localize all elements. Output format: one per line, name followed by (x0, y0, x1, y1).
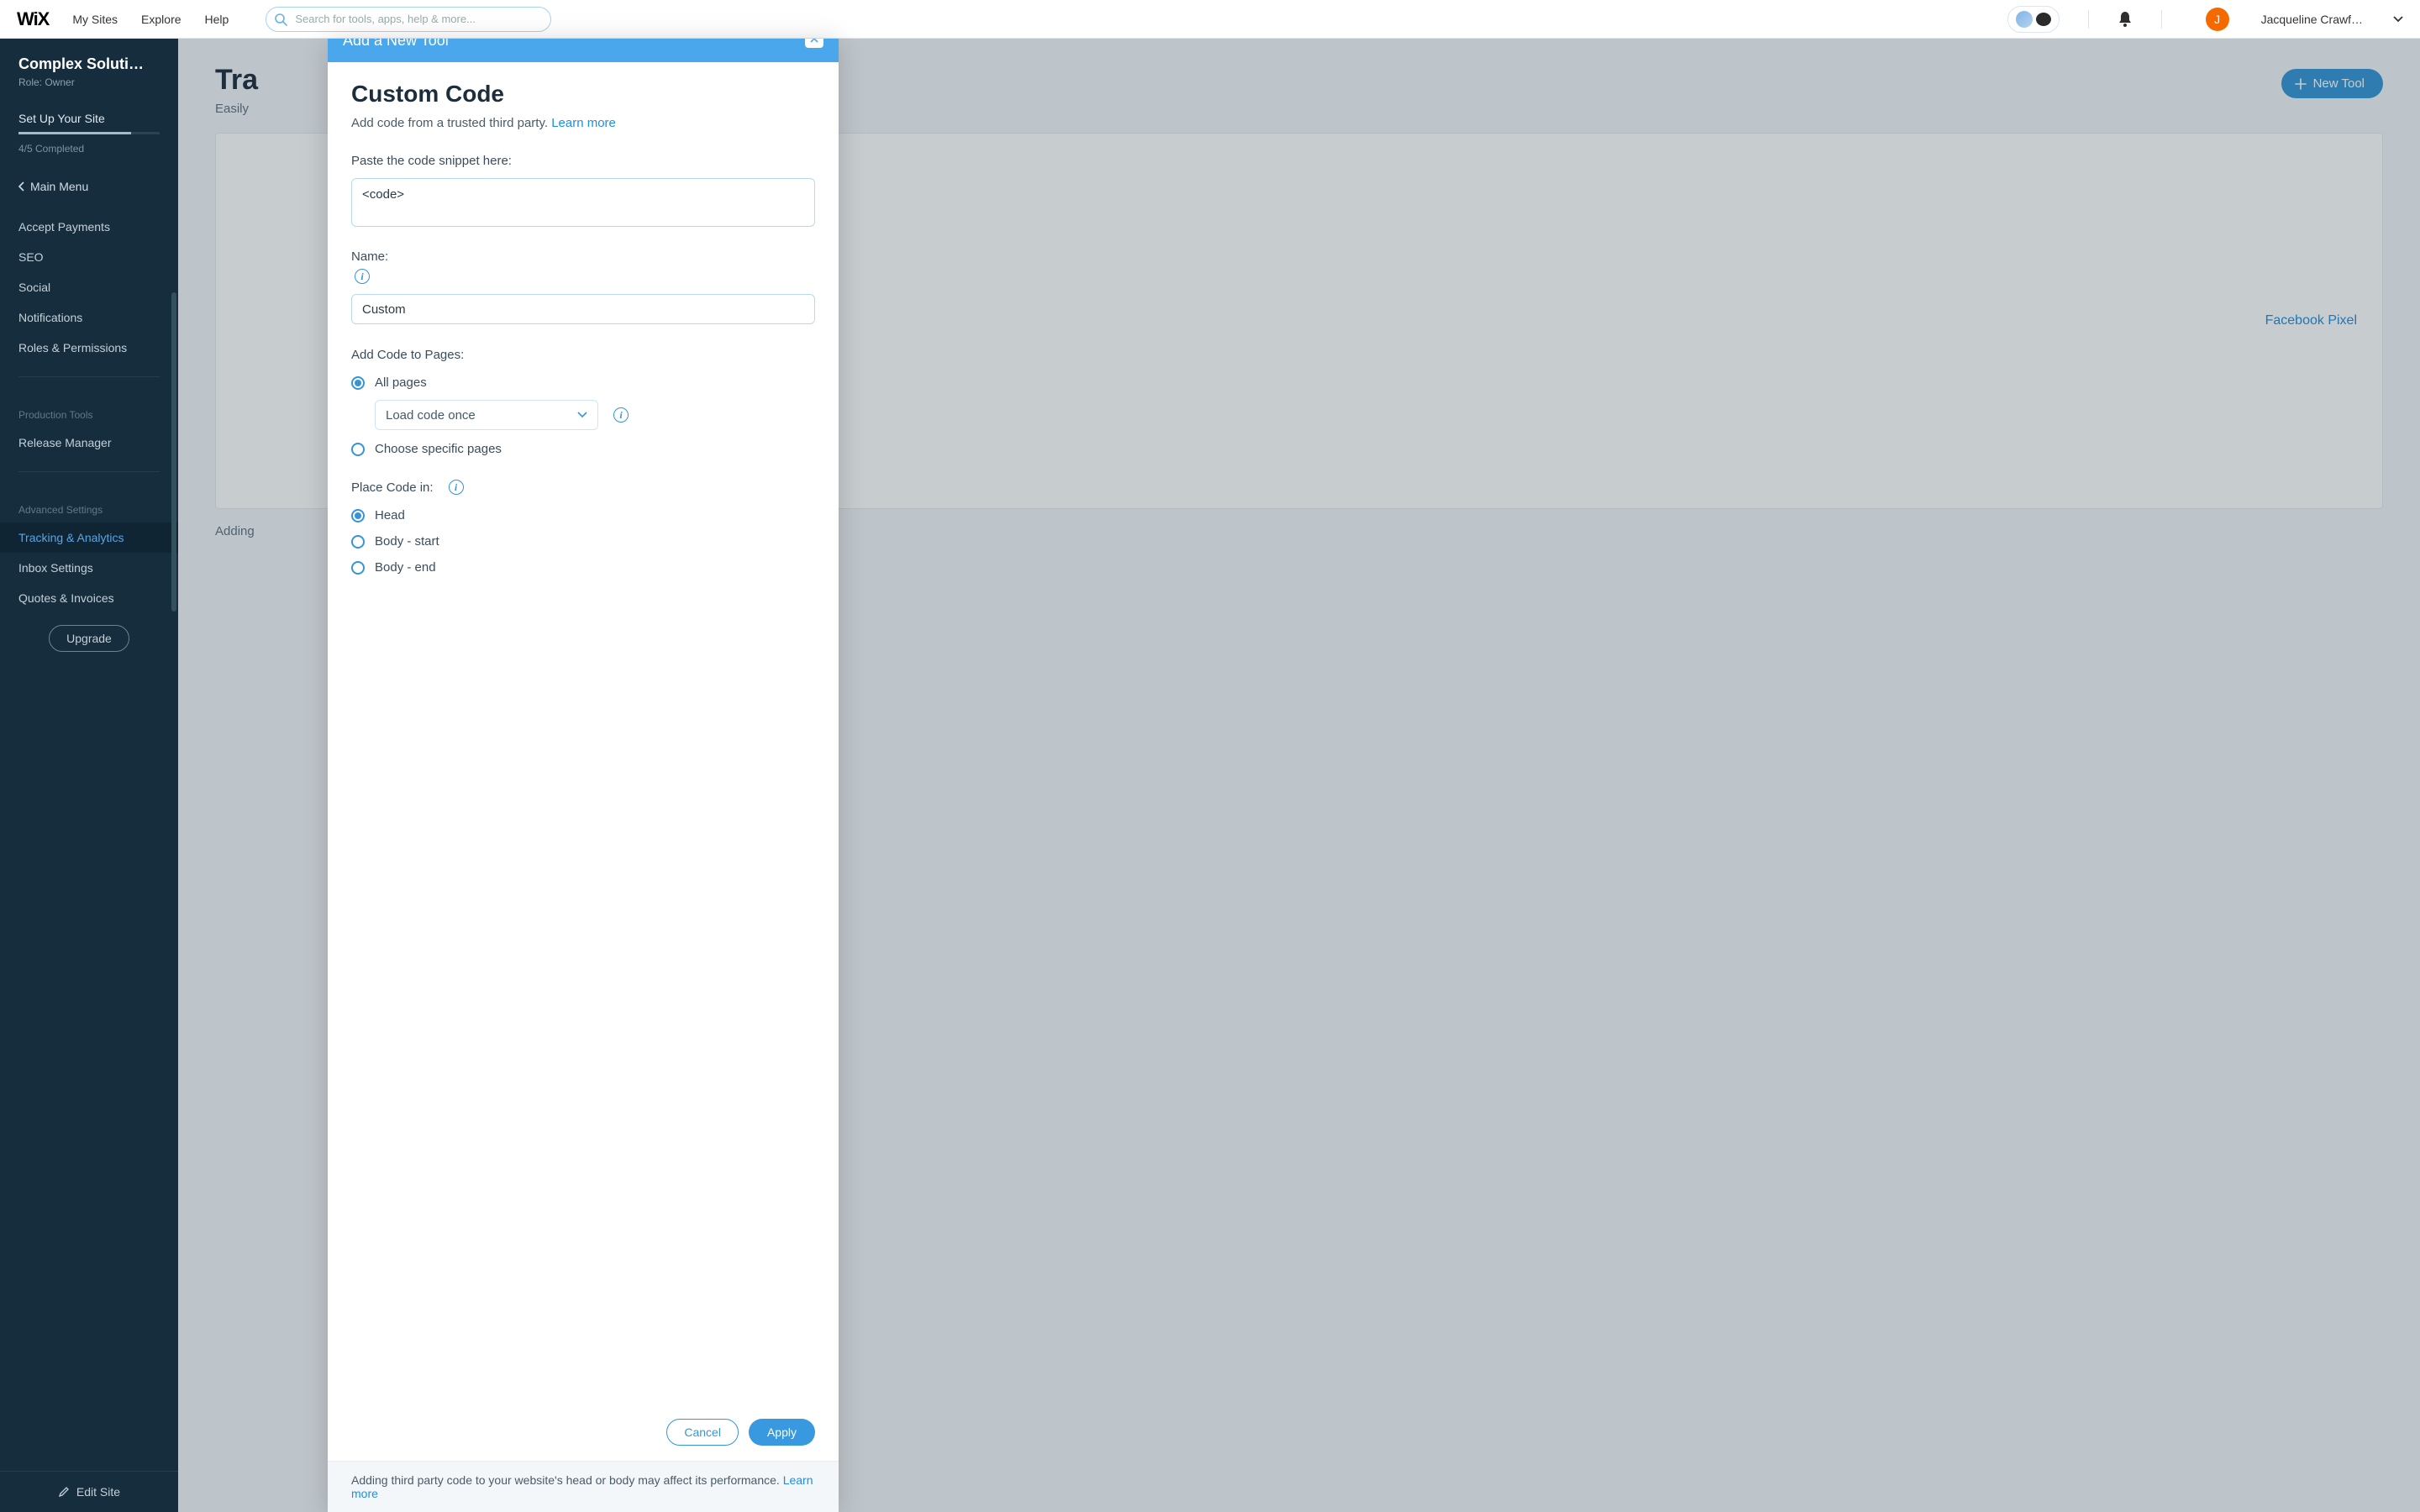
radio-icon (351, 535, 365, 549)
radio-specific-pages[interactable]: Choose specific pages (351, 442, 815, 456)
sidebar-item[interactable]: Accept Payments (0, 212, 178, 242)
sidebar-divider (18, 471, 160, 472)
modal-footer: Adding third party code to your website'… (328, 1461, 839, 1512)
chat-bubble-icon (2036, 13, 2051, 26)
sidebar-item[interactable]: Social (0, 272, 178, 302)
modal-actions: Cancel Apply (328, 1410, 839, 1461)
setup-block[interactable]: Set Up Your Site 4/5 Completed (0, 100, 178, 163)
notifications-button[interactable] (2118, 11, 2133, 28)
place-code-label: Place Code in: (351, 480, 434, 495)
info-icon[interactable]: i (613, 407, 629, 423)
close-button[interactable] (805, 39, 823, 48)
sidebar-section-production: Production Tools (0, 391, 178, 428)
code-label: Paste the code snippet here: (351, 154, 815, 168)
sidebar-item[interactable]: Business Email (0, 203, 178, 212)
modal-subtitle: Add code from a trusted third party. Lea… (351, 116, 815, 130)
sidebar-item[interactable]: Notifications (0, 302, 178, 333)
avatar-mini-icon (2016, 11, 2033, 28)
sidebar: Complex Soluti… Role: Owner Set Up Your … (0, 39, 178, 1512)
modal-subtitle-text: Add code from a trusted third party. (351, 116, 548, 130)
radio-place-head[interactable]: Head (351, 508, 815, 522)
radio-icon (351, 376, 365, 390)
setup-title: Set Up Your Site (18, 112, 160, 125)
modal-header: Add a New Tool (328, 39, 839, 62)
load-mode-value: Load code once (386, 408, 476, 423)
sidebar-item[interactable]: Inbox Settings (0, 553, 178, 583)
radio-icon (351, 443, 365, 456)
radio-label: Head (375, 508, 405, 522)
radio-label: All pages (375, 375, 427, 390)
header-divider (2088, 10, 2089, 29)
search-icon (274, 13, 287, 26)
name-input[interactable] (351, 294, 815, 324)
modal-footer-text: Adding third party code to your website'… (351, 1473, 780, 1487)
chat-pill[interactable] (2007, 6, 2060, 33)
radio-label: Body - end (375, 560, 436, 575)
progress-bar (18, 132, 160, 134)
progress-fill (18, 132, 131, 134)
edit-site-label: Edit Site (76, 1485, 120, 1499)
radio-icon (351, 509, 365, 522)
name-label: Name: (351, 249, 815, 264)
site-title: Complex Soluti… (18, 55, 160, 73)
search-wrap (266, 7, 551, 32)
nav-help[interactable]: Help (205, 13, 229, 26)
learn-more-link[interactable]: Learn more (551, 116, 616, 130)
radio-label: Choose specific pages (375, 442, 502, 456)
wix-logo[interactable]: WiX (17, 8, 49, 30)
radio-place-body-end[interactable]: Body - end (351, 560, 815, 575)
main-menu-link[interactable]: Main Menu (0, 170, 178, 203)
user-menu-toggle[interactable] (2393, 16, 2403, 23)
search-input[interactable] (266, 7, 551, 32)
radio-label: Body - start (375, 534, 439, 549)
progress-label: 4/5 Completed (18, 143, 160, 155)
sidebar-item-tracking-analytics[interactable]: Tracking & Analytics (0, 522, 178, 553)
sidebar-item[interactable]: Roles & Permissions (0, 333, 178, 363)
top-header: WiX My Sites Explore Help J Jacqueline C… (0, 0, 2420, 39)
pencil-icon (58, 1486, 70, 1498)
edit-site-button[interactable]: Edit Site (0, 1471, 178, 1512)
pages-label: Add Code to Pages: (351, 348, 815, 362)
modal-title: Custom Code (351, 81, 815, 108)
sidebar-section-advanced: Advanced Settings (0, 486, 178, 522)
user-name[interactable]: Jacqueline Crawf… (2261, 13, 2363, 26)
sidebar-item[interactable]: Release Manager (0, 428, 178, 458)
avatar[interactable]: J (2206, 8, 2229, 31)
sidebar-scrollbar[interactable] (171, 292, 176, 612)
cancel-button[interactable]: Cancel (666, 1419, 739, 1446)
info-icon[interactable]: i (449, 480, 464, 495)
nav-my-sites[interactable]: My Sites (72, 13, 118, 26)
nav-explore[interactable]: Explore (141, 13, 181, 26)
add-tool-modal: Add a New Tool Custom Code Add code from… (328, 39, 839, 1512)
chevron-down-icon (2393, 16, 2403, 23)
chevron-left-icon (18, 181, 25, 192)
role-label: Role: Owner (18, 76, 160, 88)
load-mode-select[interactable]: Load code once (375, 400, 598, 430)
close-icon (810, 39, 818, 43)
modal-header-title: Add a New Tool (343, 39, 449, 50)
info-icon[interactable]: i (355, 269, 370, 284)
header-divider (2161, 10, 2162, 29)
sidebar-divider (18, 376, 160, 377)
sidebar-item[interactable]: Quotes & Invoices (0, 583, 178, 613)
upgrade-button[interactable]: Upgrade (49, 625, 129, 652)
code-textarea[interactable]: <code> (351, 178, 815, 227)
radio-all-pages[interactable]: All pages (351, 375, 815, 390)
main-menu-label: Main Menu (30, 180, 88, 193)
radio-place-body-start[interactable]: Body - start (351, 534, 815, 549)
apply-button[interactable]: Apply (749, 1419, 815, 1446)
radio-icon (351, 561, 365, 575)
chevron-down-icon (577, 412, 587, 418)
bell-icon (2118, 11, 2133, 28)
sidebar-item[interactable]: SEO (0, 242, 178, 272)
